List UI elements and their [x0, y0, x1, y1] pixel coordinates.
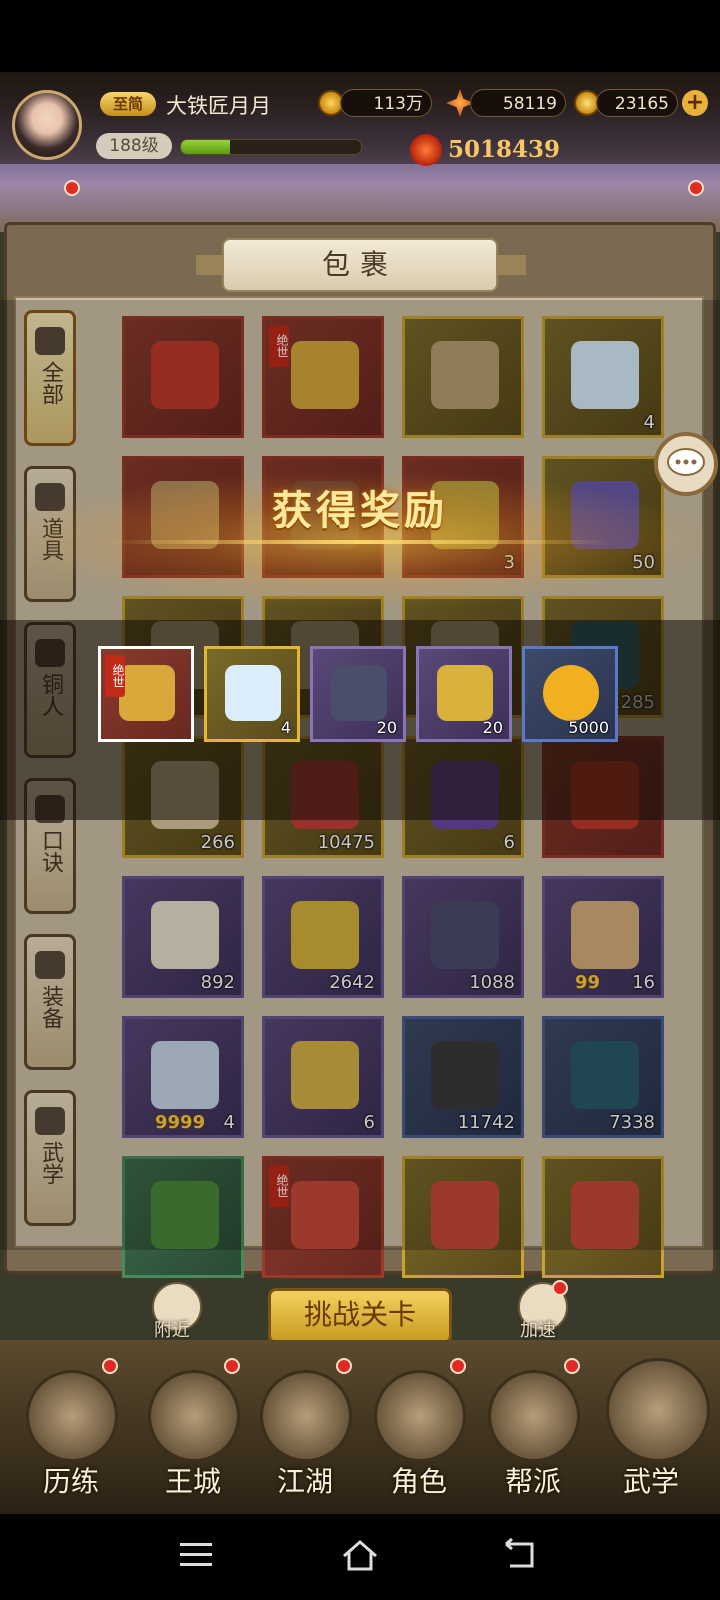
nav-label: 王城: [164, 1465, 221, 1498]
notification-dot: [450, 1358, 466, 1374]
notification-dot: [688, 180, 704, 196]
golden-chest-icon: [119, 665, 175, 721]
home-icon[interactable]: [340, 1538, 380, 1572]
nav-label: 武学: [622, 1465, 679, 1498]
system-nav-bar: [0, 1514, 720, 1600]
nav-5-button[interactable]: [606, 1358, 710, 1462]
ore-icon: [331, 665, 387, 721]
reward-divider: [110, 540, 610, 544]
reward-title: 获得奖励: [272, 487, 448, 534]
nav-3-button[interactable]: [374, 1370, 466, 1462]
nearby-label: 附近: [154, 1320, 190, 1341]
back-icon[interactable]: [502, 1538, 538, 1572]
add-gold-button[interactable]: +: [682, 90, 708, 116]
nav-label: 江湖: [276, 1465, 333, 1498]
gold-star-icon: [437, 665, 493, 721]
exp-bar: [180, 139, 362, 155]
player-level: 188级: [96, 133, 172, 159]
notification-dot: [564, 1358, 580, 1374]
reward-item[interactable]: 5000: [522, 646, 618, 742]
copper-coin-icon: [543, 665, 599, 721]
player-name: 大铁匠月月: [166, 94, 271, 118]
nav-label: 帮派: [504, 1465, 561, 1498]
reward-item[interactable]: 4: [204, 646, 300, 742]
notification-dot: [102, 1358, 118, 1374]
combat-power: 5018439: [448, 136, 561, 163]
nav-0-button[interactable]: [26, 1370, 118, 1462]
reward-count: 4: [280, 718, 291, 737]
notification-dot: [64, 180, 80, 196]
nav-4-button[interactable]: [488, 1370, 580, 1462]
reward-item[interactable]: 20: [310, 646, 406, 742]
nav-2-button[interactable]: [260, 1370, 352, 1462]
reward-count: 5000: [568, 718, 609, 737]
menu-icon[interactable]: [178, 1540, 214, 1570]
vip-badge: 至简: [100, 92, 156, 116]
copper-amount: 113万: [340, 89, 432, 117]
ingot-amount: 58119: [470, 89, 566, 117]
panel-title: 包裹: [222, 238, 498, 292]
gold-amount: 23165: [596, 89, 678, 117]
notification-dot: [336, 1358, 352, 1374]
reward-item[interactable]: 20: [416, 646, 512, 742]
reward-count: 20: [376, 718, 397, 737]
notification-dot: [224, 1358, 240, 1374]
notification-dot: [552, 1280, 568, 1296]
mochi-icon: [225, 665, 281, 721]
rarity-badge: 绝世: [105, 655, 125, 697]
exp-bar-fill: [181, 140, 230, 154]
nav-1-button[interactable]: [148, 1370, 240, 1462]
power-icon: [410, 134, 442, 166]
reward-item[interactable]: 绝世: [98, 646, 194, 742]
nav-label: 角色: [390, 1465, 447, 1498]
status-bar: [0, 0, 720, 72]
reward-count: 20: [482, 718, 503, 737]
nav-label: 历练: [42, 1465, 99, 1498]
player-avatar[interactable]: [12, 90, 82, 160]
speedup-label: 加速: [520, 1320, 556, 1341]
challenge-stage-button[interactable]: 挑战关卡: [268, 1288, 452, 1344]
